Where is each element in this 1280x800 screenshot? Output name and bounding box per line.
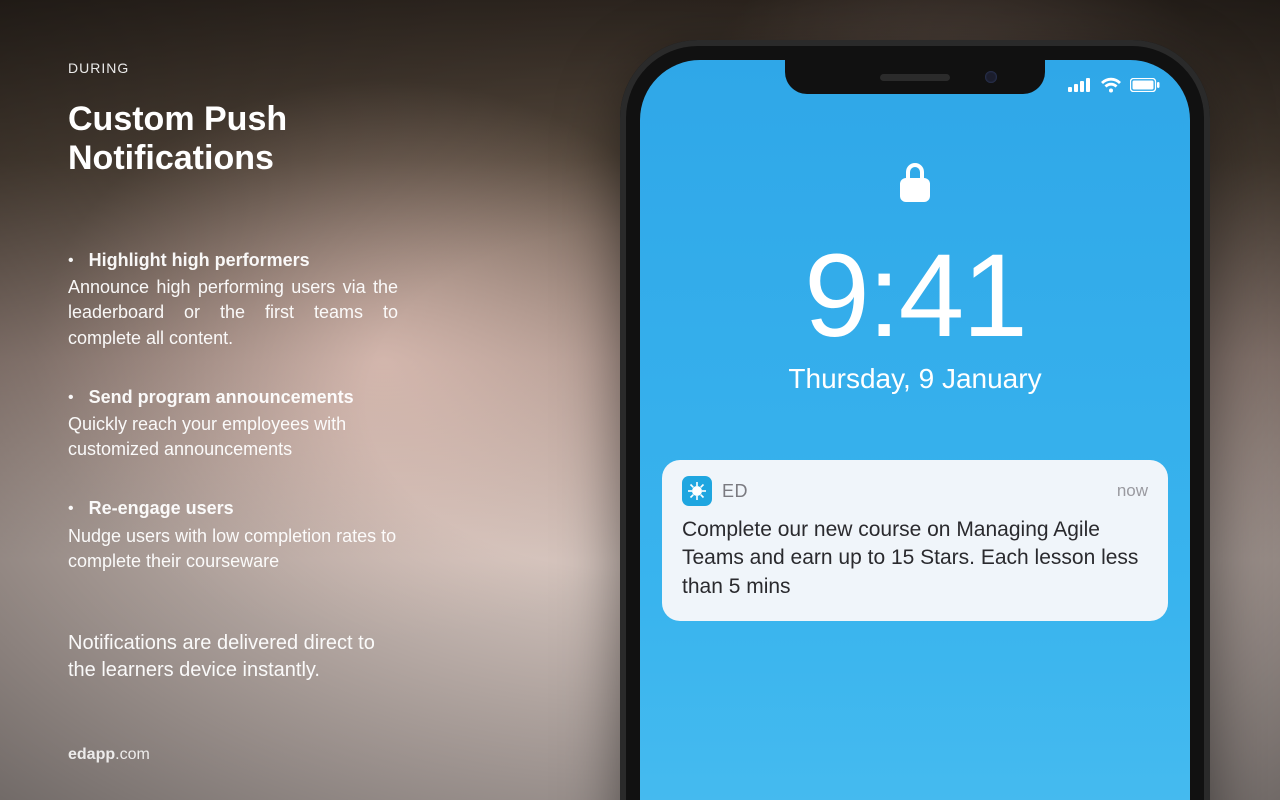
footer-brand: edapp.com	[68, 746, 150, 764]
bullet-body: Nudge users with low completion rates to…	[68, 524, 398, 574]
text-panel: DURING Custom Push Notifications • Highl…	[68, 60, 488, 684]
notification-header: ED now	[682, 476, 1148, 506]
speaker-icon	[880, 74, 950, 81]
phone-mockup: 9:41 Thursday, 9 January ED now Complete…	[620, 40, 1210, 800]
bullet-heading: Send program announcements	[89, 387, 354, 407]
lock-screen: 9:41 Thursday, 9 January	[640, 160, 1190, 395]
bullet-item: • Send program announcements Quickly rea…	[68, 385, 398, 463]
bullet-list: • Highlight high performers Announce hig…	[68, 248, 488, 574]
bullet-dot-icon: •	[68, 387, 74, 409]
camera-icon	[985, 71, 997, 83]
bullet-heading: Highlight high performers	[89, 250, 310, 270]
notification-app-name: ED	[722, 481, 1107, 502]
phone-notch	[785, 60, 1045, 94]
lock-time: 9:41	[640, 237, 1190, 355]
page-title: Custom Push Notifications	[68, 100, 488, 178]
notification-body: Complete our new course on Managing Agil…	[682, 516, 1148, 601]
closing-text: Notifications are delivered direct to th…	[68, 630, 408, 684]
notification-timestamp: now	[1117, 481, 1148, 501]
lock-date: Thursday, 9 January	[640, 363, 1190, 395]
bullet-dot-icon: •	[68, 250, 74, 272]
signal-icon	[1068, 78, 1092, 92]
slide: DURING Custom Push Notifications • Highl…	[0, 0, 1280, 800]
bullet-body: Quickly reach your employees with custom…	[68, 412, 398, 462]
phone-screen: 9:41 Thursday, 9 January ED now Complete…	[640, 60, 1190, 800]
bullet-dot-icon: •	[68, 498, 74, 520]
bullet-item: • Highlight high performers Announce hig…	[68, 248, 398, 351]
notification-app-icon	[682, 476, 712, 506]
eyebrow-label: DURING	[68, 60, 488, 76]
wifi-icon	[1100, 77, 1122, 93]
notification-card: ED now Complete our new course on Managi…	[662, 460, 1168, 621]
bullet-body: Announce high performing users via the l…	[68, 275, 398, 351]
bullet-heading: Re-engage users	[89, 498, 234, 518]
battery-icon	[1130, 78, 1160, 92]
bullet-item: • Re-engage users Nudge users with low c…	[68, 496, 398, 574]
lock-icon	[640, 160, 1190, 209]
brand-domain: .com	[115, 746, 150, 763]
brand-name: edapp	[68, 746, 115, 763]
